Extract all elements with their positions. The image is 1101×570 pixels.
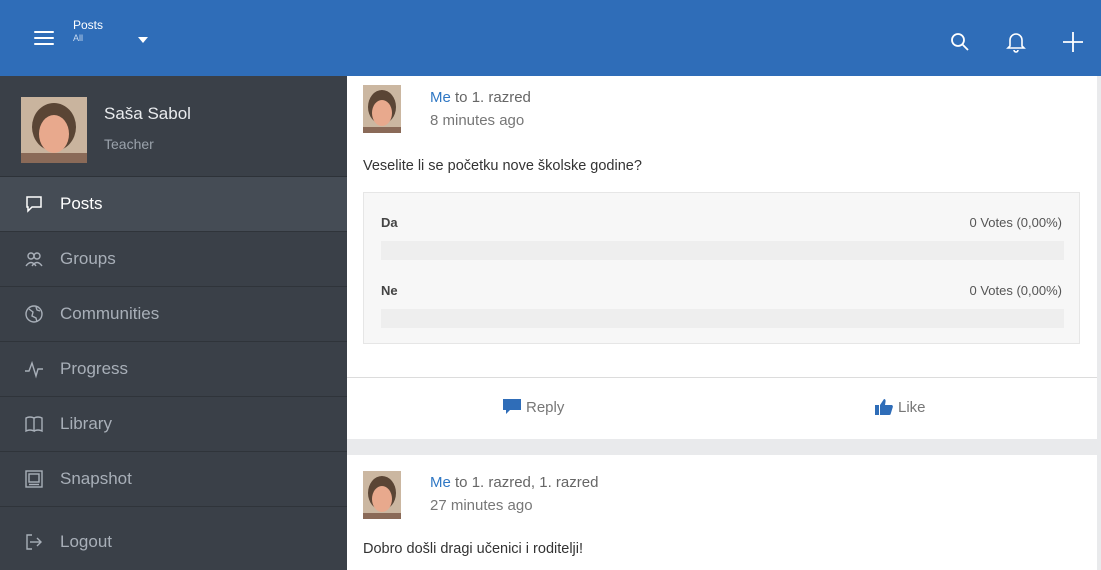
author-link[interactable]: Me — [430, 89, 451, 106]
post-card: Me to 1. razred 8 minutes ago Veselite l… — [347, 76, 1097, 439]
poll-option-ne[interactable]: Ne 0 Votes (0,00%) — [364, 269, 1079, 339]
user-name: Saša Sabol — [104, 104, 191, 123]
post-target: to 1. razred — [455, 89, 531, 106]
globe-icon — [24, 304, 44, 324]
author-avatar[interactable] — [363, 85, 401, 133]
pulse-icon — [24, 359, 44, 379]
post-timestamp: 8 minutes ago — [430, 112, 525, 129]
poll-option-da[interactable]: Da 0 Votes (0,00%) — [364, 199, 1079, 269]
user-role: Teacher — [104, 136, 154, 152]
comment-icon — [503, 399, 521, 414]
sidebar-item-progress[interactable]: Progress — [0, 342, 347, 397]
post-timestamp: 27 minutes ago — [430, 497, 533, 514]
poll-result-bar — [381, 309, 1064, 328]
bell-icon[interactable] — [1004, 30, 1028, 54]
sidebar-item-snapshot[interactable]: Snapshot — [0, 452, 347, 507]
sidebar-item-posts[interactable]: Posts — [0, 177, 347, 232]
page-subtitle: All — [73, 33, 84, 43]
page-title: Posts — [73, 18, 104, 32]
post-card: Me to 1. razred, 1. razred 27 minutes ag… — [347, 455, 1097, 570]
menu-icon[interactable] — [34, 31, 54, 46]
poll-vote-count: 0 Votes (0,00%) — [969, 215, 1063, 230]
sidebar-item-logout[interactable]: Logout — [0, 515, 347, 570]
avatar — [21, 97, 87, 163]
plus-icon[interactable] — [1061, 30, 1085, 54]
like-label: Like — [898, 399, 926, 416]
sidebar-item-label: Library — [60, 414, 112, 433]
post-text: Veselite li se početku nove školske godi… — [363, 158, 642, 174]
post-feed: Me to 1. razred 8 minutes ago Veselite l… — [347, 76, 1101, 570]
reply-label: Reply — [526, 399, 565, 416]
post-actions: Reply Like — [347, 377, 1097, 439]
post-recipients: Me to 1. razred, 1. razred — [430, 474, 598, 491]
book-icon — [24, 414, 44, 434]
feed-filter-selector[interactable]: Posts All — [73, 18, 103, 44]
user-profile[interactable]: Saša Sabol Teacher — [0, 76, 347, 177]
poll-result-bar — [381, 241, 1064, 260]
thumbs-up-icon — [875, 399, 893, 415]
sidebar-item-label: Progress — [60, 359, 129, 378]
post-recipients: Me to 1. razred — [430, 89, 531, 106]
sidebar-item-label: Posts — [60, 194, 103, 213]
author-avatar[interactable] — [363, 471, 401, 519]
post-text: Dobro došli dragi učenici i roditelji! — [363, 541, 584, 557]
chevron-down-icon[interactable] — [138, 37, 148, 43]
sidebar-item-library[interactable]: Library — [0, 397, 347, 452]
people-icon — [24, 249, 44, 269]
sidebar: Saša Sabol Teacher Posts Groups Communit… — [0, 76, 347, 570]
search-icon[interactable] — [948, 30, 972, 54]
sidebar-item-label: Communities — [60, 304, 160, 323]
like-button[interactable]: Like — [874, 398, 926, 416]
sidebar-item-communities[interactable]: Communities — [0, 287, 347, 342]
poll-option-label: Ne — [381, 283, 398, 298]
poll: Da 0 Votes (0,00%) Ne 0 Votes (0,00%) — [363, 192, 1080, 344]
sidebar-item-label: Snapshot — [60, 469, 132, 488]
sidebar-item-label: Logout — [60, 532, 112, 551]
author-link[interactable]: Me — [430, 474, 451, 491]
poll-vote-count: 0 Votes (0,00%) — [969, 283, 1063, 298]
top-app-bar: Posts All — [0, 0, 1101, 76]
post-target: to 1. razred, 1. razred — [455, 474, 599, 491]
reply-button[interactable]: Reply — [502, 398, 564, 416]
sidebar-item-label: Groups — [60, 249, 116, 268]
chat-bubble-icon — [24, 194, 44, 214]
logout-icon — [24, 532, 44, 552]
poll-option-label: Da — [381, 215, 398, 230]
picture-frame-icon — [24, 469, 44, 489]
sidebar-item-groups[interactable]: Groups — [0, 232, 347, 287]
